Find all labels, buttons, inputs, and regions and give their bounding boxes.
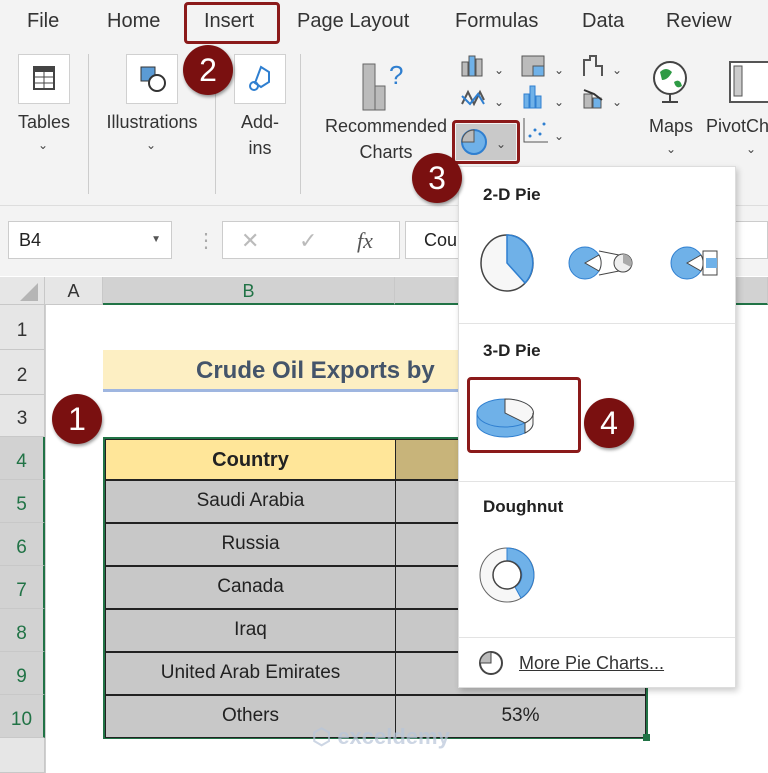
tab-data[interactable]: Data [582, 10, 624, 33]
divider [459, 323, 735, 324]
recommended-charts-icon: ? [362, 60, 403, 111]
svg-text:⌄: ⌄ [494, 63, 504, 77]
more-pie-charts-link[interactable]: More Pie Charts... [519, 653, 664, 674]
illustrations-label: Illustrations [106, 112, 198, 132]
step-badge-3: 3 [412, 153, 462, 203]
name-box-value: B4 [19, 230, 42, 250]
svg-text:⌄: ⌄ [612, 95, 622, 109]
divider [88, 54, 89, 194]
confirm-icon[interactable]: ✓ [299, 228, 317, 254]
tables-label: Tables [17, 112, 71, 132]
chevron-down-icon[interactable]: ⌄ [38, 138, 48, 152]
pie-of-pie-icon [568, 246, 633, 280]
row-header[interactable]: 5 [0, 480, 45, 523]
recommended-charts-label-1[interactable]: Recommended [318, 116, 454, 137]
maps-label[interactable]: Maps [640, 116, 702, 137]
name-box[interactable]: B4 ▼ [8, 221, 172, 259]
svg-text:⌄: ⌄ [554, 95, 564, 109]
sheet-title: Crude Oil Exports by [103, 350, 463, 392]
section-2d-pie: 2-D Pie [483, 185, 541, 204]
row-header[interactable]: 10 [0, 695, 45, 738]
table-icon [33, 66, 55, 90]
tab-formulas[interactable]: Formulas [455, 10, 538, 33]
svg-text:⌄: ⌄ [554, 63, 564, 77]
column-chart-icon: ⌄ [461, 55, 504, 77]
doughnut-icon[interactable] [473, 543, 543, 609]
divider [300, 54, 301, 194]
country-cell[interactable]: Iraq [105, 609, 396, 652]
insert-function-icon[interactable]: fx [357, 228, 373, 254]
pie-icon [480, 234, 534, 292]
addins-label-2: ins [248, 138, 272, 158]
select-all-triangle-icon [20, 283, 38, 301]
pivotchart-icon [729, 61, 768, 103]
gridline [45, 305, 46, 773]
line-chart-icon: ⌄ [461, 89, 504, 109]
bar-of-pie-icon [670, 246, 718, 280]
drag-handle-icon[interactable]: ⋮ [196, 228, 216, 253]
ribbon-tabs: File Home Insert Page Layout Formulas Da… [0, 0, 768, 46]
step-badge-2: 2 [183, 45, 233, 95]
row-header[interactable] [0, 738, 45, 773]
chevron-down-icon[interactable]: ⌄ [146, 138, 156, 152]
row-header[interactable]: 8 [0, 609, 45, 652]
shapes-icon [140, 66, 166, 92]
watermark-logo: ⬡ exceldemy [312, 724, 450, 749]
step-badge-4: 4 [584, 398, 634, 448]
fill-handle[interactable] [643, 734, 650, 741]
tables-button[interactable] [18, 54, 70, 104]
svg-text:⌄: ⌄ [494, 95, 504, 109]
scatter-chart-icon: ⌄ [523, 118, 564, 143]
addins-icon [249, 65, 270, 91]
column-header-b[interactable]: B [103, 277, 395, 305]
country-cell[interactable]: Russia [105, 523, 396, 566]
statistic-chart-icon: ⌄ [523, 85, 564, 109]
chevron-down-icon[interactable]: ⌄ [746, 142, 756, 156]
pivotchart-label[interactable]: PivotCh [706, 116, 768, 137]
section-3d-pie: 3-D Pie [483, 341, 541, 360]
combo-chart-icon: ⌄ [583, 89, 622, 109]
addins-button[interactable] [234, 54, 286, 104]
row-header[interactable]: 1 [0, 305, 45, 350]
hierarchy-chart-icon: ⌄ [521, 55, 564, 77]
addins-label-1: Add- [240, 112, 280, 132]
select-all-button[interactable] [0, 277, 45, 305]
highlight-pie-button [452, 120, 520, 164]
cancel-icon[interactable]: ✕ [241, 228, 259, 254]
row-header[interactable]: 6 [0, 523, 45, 566]
waterfall-chart-icon: ⌄ [583, 55, 622, 77]
svg-text:?: ? [389, 60, 403, 90]
row-header[interactable]: 3 [0, 395, 45, 437]
illustrations-button[interactable] [126, 54, 178, 104]
section-doughnut: Doughnut [483, 497, 564, 516]
country-cell[interactable]: Canada [105, 566, 396, 609]
tab-page-layout[interactable]: Page Layout [297, 10, 409, 33]
globe-icon [653, 61, 687, 103]
country-cell[interactable]: United Arab Emirates [105, 652, 396, 695]
step-badge-1: 1 [52, 394, 102, 444]
tab-file[interactable]: File [27, 10, 59, 33]
highlight-insert-tab [184, 2, 280, 44]
row-header[interactable]: 4 [0, 437, 45, 480]
column-header-a[interactable]: A [45, 277, 103, 305]
header-country[interactable]: Country [105, 439, 396, 480]
tab-review[interactable]: Review [666, 10, 732, 33]
dropdown-arrow-icon[interactable]: ▼ [151, 222, 161, 258]
formula-buttons: ✕ ✓ fx [222, 221, 400, 259]
chevron-down-icon[interactable]: ⌄ [666, 142, 676, 156]
pie-2d-options[interactable] [473, 227, 729, 297]
pie-outline-icon [479, 651, 503, 675]
row-header[interactable]: 9 [0, 652, 45, 695]
row-header[interactable]: 7 [0, 566, 45, 609]
tab-home[interactable]: Home [107, 10, 160, 33]
divider [459, 637, 735, 638]
svg-text:⌄: ⌄ [554, 129, 564, 143]
svg-text:⌄: ⌄ [612, 63, 622, 77]
country-cell[interactable]: Saudi Arabia [105, 480, 396, 523]
row-header[interactable]: 2 [0, 350, 45, 395]
divider [459, 481, 735, 482]
highlight-3d-pie [467, 377, 581, 453]
